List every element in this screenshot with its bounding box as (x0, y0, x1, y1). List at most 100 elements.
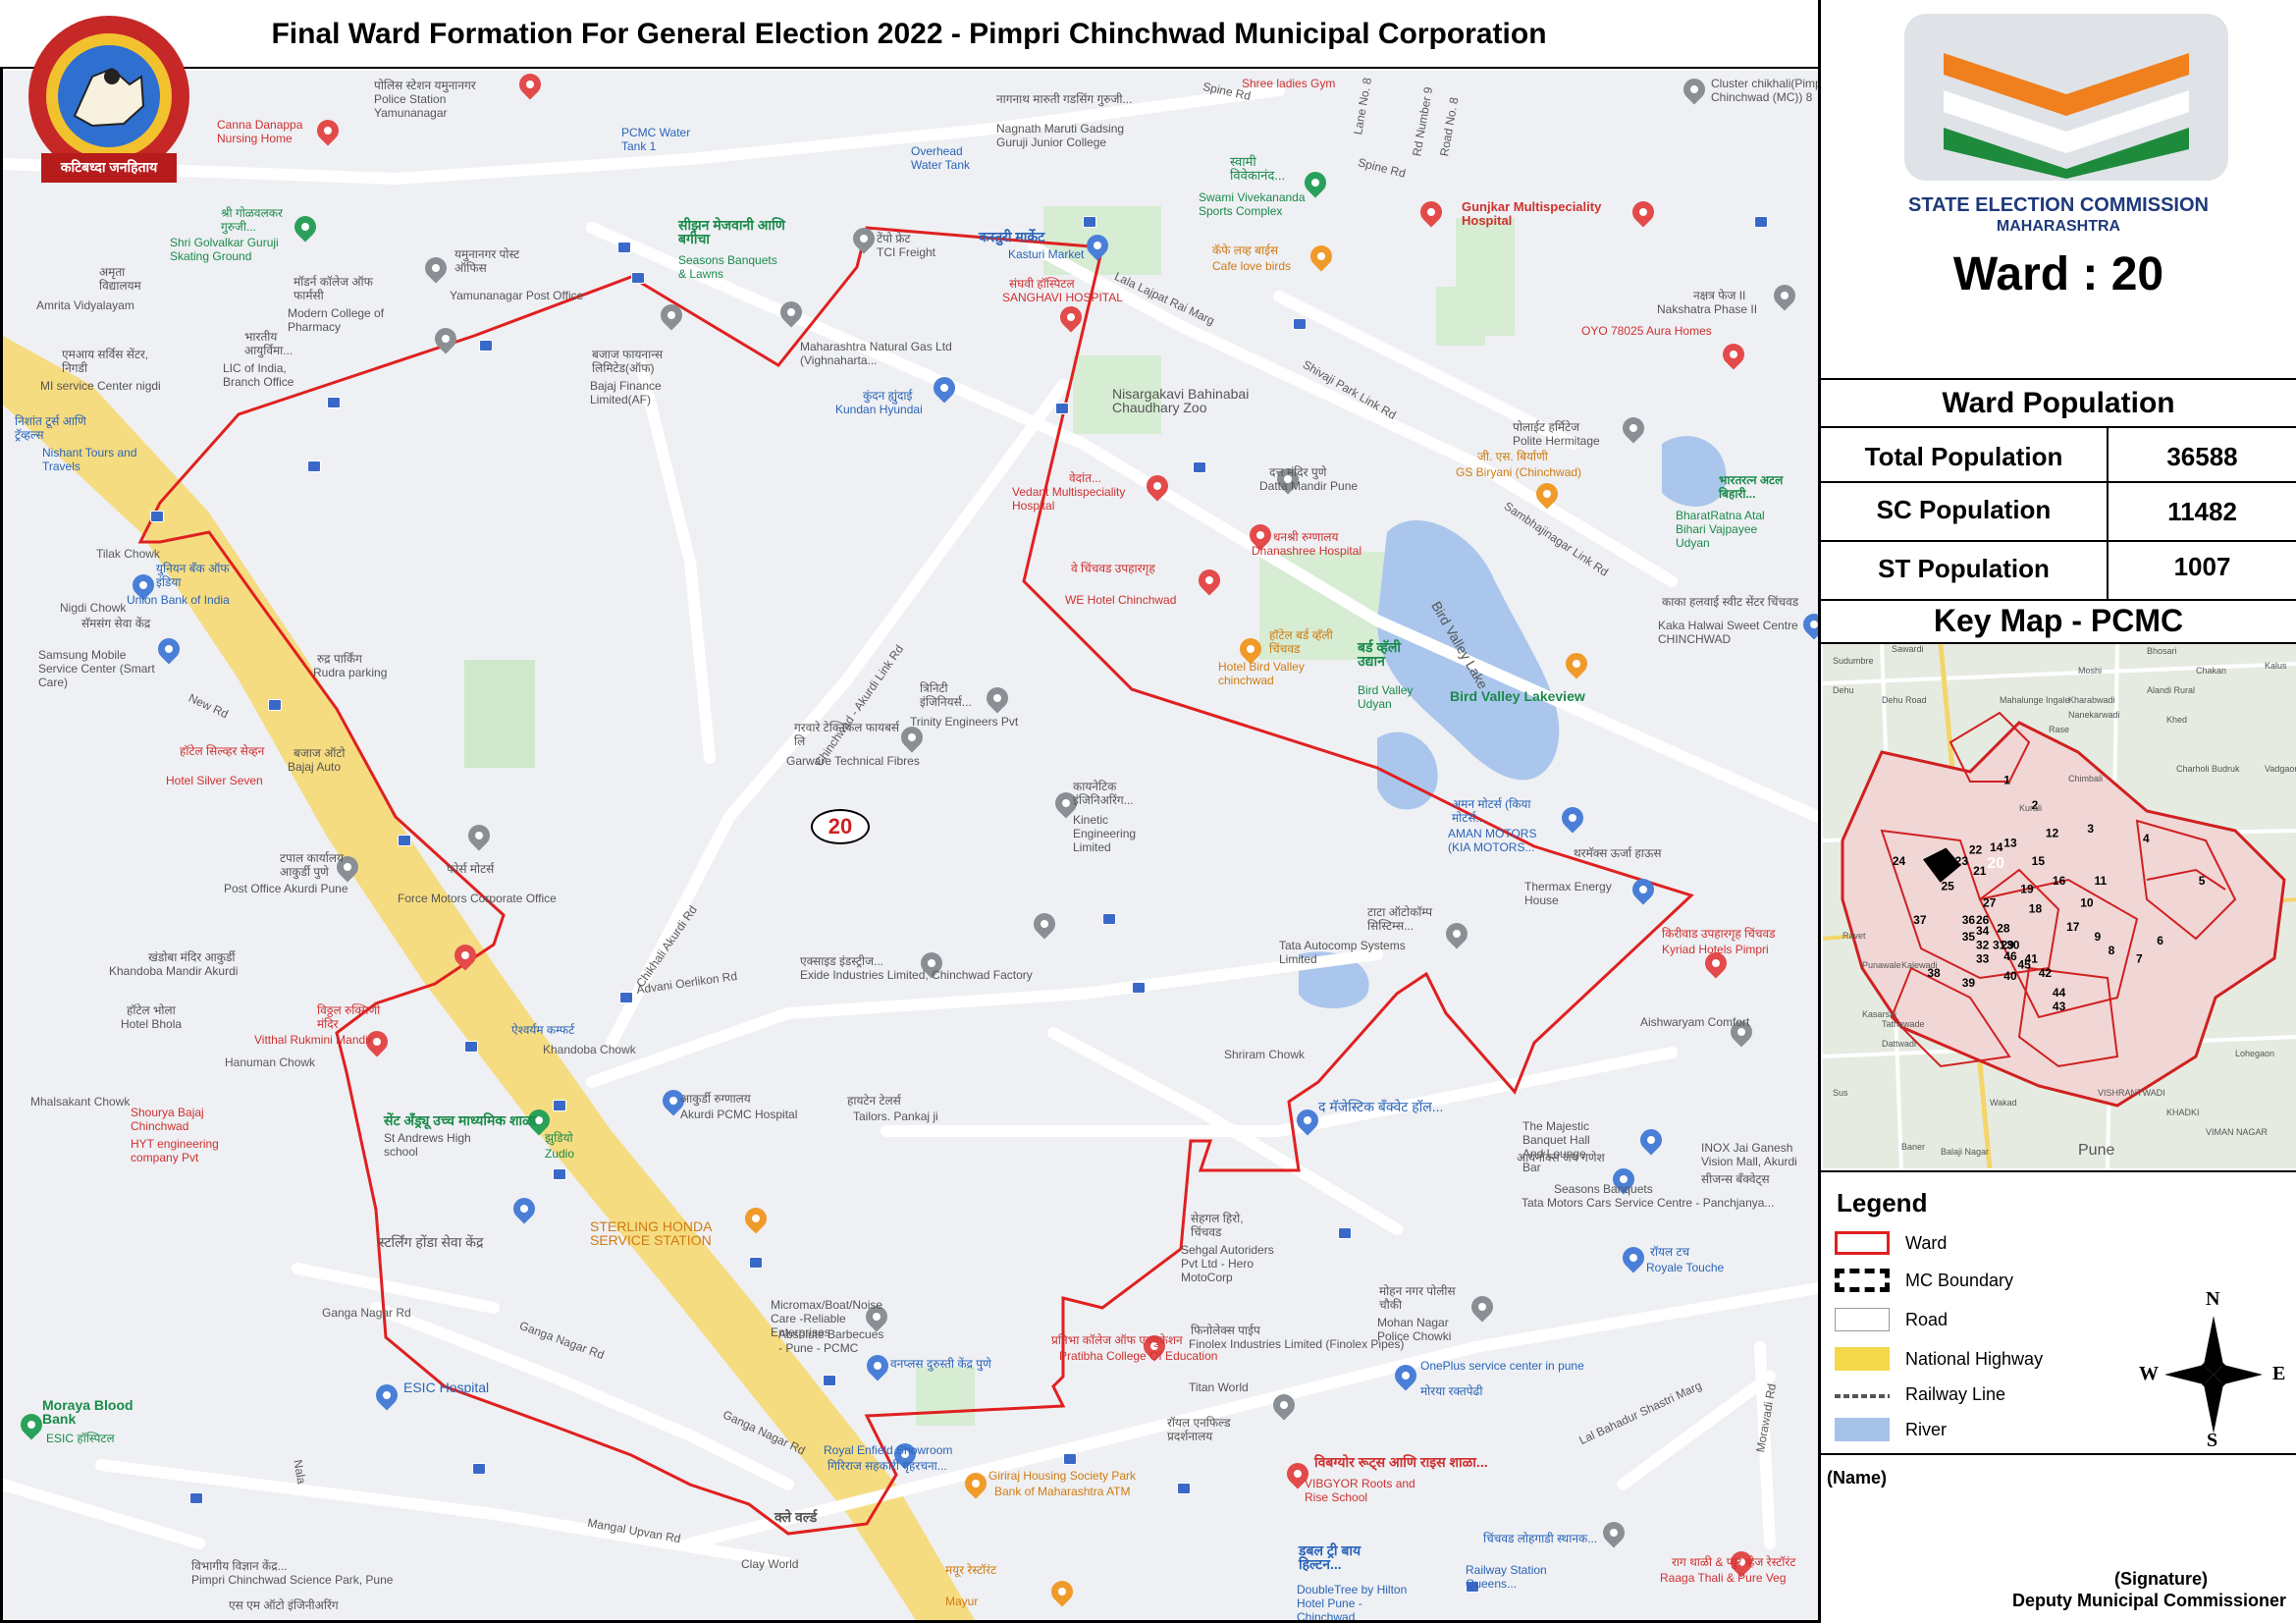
poi-label: Bajaj Auto (288, 760, 342, 774)
poi-label: हॉटेल भोला (127, 1003, 176, 1017)
keymap-ward-number: 3 (2087, 822, 2094, 836)
poi-label: द मॅजेस्टिक बँक्वेट हॉल... (1318, 1099, 1444, 1114)
poi-label: सॅमसंग सेवा केंद्र (81, 617, 151, 630)
poi-label: Yamunanagar Post Office (450, 289, 584, 302)
road-label: Khandoba Chowk (543, 1043, 636, 1056)
bus-stop-icon (553, 1168, 566, 1180)
bus-stop-icon (617, 242, 631, 253)
poi-label: क्ले वर्ल्ड (774, 1509, 818, 1525)
keymap-ward-number: 45 (2017, 957, 2031, 971)
keymap-place-label: Kasarsai (1862, 1009, 1896, 1019)
divider (1821, 599, 2296, 601)
poi-label: विभागीय विज्ञान केंद्र... (191, 1559, 288, 1573)
poi-label: TCI Freight (877, 245, 936, 259)
keymap-ward-number: 5 (2199, 874, 2206, 888)
poi-label: राग थाळी & प्युर व्हेज रेस्टॉरंट (1672, 1555, 1796, 1569)
poi-label: यमुनानगर पोस्ट ऑफिस (454, 247, 520, 275)
bus-stop-icon (1177, 1483, 1191, 1494)
road-label: Nigdi Chowk (60, 601, 127, 615)
keymap-ward-number: 33 (1976, 952, 1990, 966)
keymap-place-label: Tathawade (1882, 1019, 1925, 1029)
keymap-ward-number: 40 (2003, 969, 2017, 983)
bus-stop-icon (327, 397, 341, 408)
bus-stop-icon (553, 1100, 566, 1111)
keymap-ward-number: 17 (2066, 920, 2080, 934)
keymap-ward-number: 8 (2109, 944, 2115, 957)
keymap-ward-number: 24 (1893, 854, 1906, 868)
keymap-place-label: Kalewadi (1901, 960, 1938, 970)
poi-label: टाटा ऑटोकॉम्प सिस्टिम्स... (1367, 905, 1433, 933)
poi-label: Giriraj Housing Society Park (988, 1469, 1137, 1483)
ward-number-badge: 20 (811, 809, 870, 844)
divider (1821, 1170, 2296, 1172)
election-commission-logo (1904, 14, 2228, 181)
poi-label: STERLING HONDA SERVICE STATION (590, 1218, 712, 1248)
bus-stop-icon (1293, 318, 1307, 330)
poi-label: VIBGYOR Roots and Rise School (1305, 1477, 1415, 1504)
poi-label: विठ्ठल रुक्मिणी मंदिर (317, 1003, 381, 1031)
signature-field: (Signature) (2113, 1569, 2208, 1589)
key-map: 1 2 3 4 5 6 7 8 9 10 11 12 13 14 15 16 17 18 19 20 21 22 23 24 2… (1823, 644, 2296, 1168)
poi-label: Railway Station Queens... (1466, 1563, 1547, 1591)
legend-item-railway-line: Railway Line (1835, 1379, 2129, 1412)
poi-label: ESIC Hospital (403, 1380, 490, 1395)
poi-label: रॉयल एनफिल्ड प्रदर्शनालय (1167, 1416, 1231, 1443)
keymap-place-label: Wakad (1990, 1098, 2017, 1108)
pcmc-logo: कटिबध्दा जनहिताय (14, 8, 204, 198)
poi-label: आयनॉक्स जय गणेश (1517, 1151, 1605, 1164)
poi-label: टेंपो फ्रेट (877, 232, 911, 245)
keymap-place-label: Balaji Nagar (1941, 1147, 1989, 1157)
keymap-place-label: KHADKI (2166, 1108, 2200, 1117)
poi-label: Gunjkar Multispeciality Hospital (1462, 199, 1602, 228)
poi-label: PCMC Water Tank 1 (621, 126, 691, 153)
poi-label: त्रिनिटी इंजिनियर्स... (920, 681, 972, 709)
poi-label: Cafe love birds (1212, 259, 1292, 273)
poi-label: गिरिराज सहकारी गृहरचना... (828, 1459, 947, 1473)
mc-boundary-swatch (1835, 1269, 1890, 1292)
poi-label: Kyriad Hotels Pimpri (1662, 943, 1769, 956)
poi-label: मोरया रक्तपेढी (1420, 1384, 1483, 1398)
poi-label: Absolute Barbecues - Pune - PCMC (778, 1327, 884, 1355)
bus-stop-icon (398, 835, 411, 846)
keymap-place-label: Charholi Budruk (2176, 764, 2240, 774)
poi-label: Canna Danappa Nursing Home (217, 118, 303, 145)
keymap-ward-number: 36 (1962, 913, 1976, 927)
poi-label: Royal Enfield Showroom (824, 1443, 953, 1457)
bus-stop-icon (1055, 403, 1069, 414)
poi-label: रॉयल टच (1650, 1245, 1690, 1259)
poi-label: संघवी हॉस्पिटल (1009, 277, 1075, 291)
poi-label: सीझन मेजवानी आणि बगीचा (678, 217, 785, 246)
keymap-place-label: Moshi (2078, 666, 2102, 676)
keymap-ward-number: 14 (1990, 840, 2003, 854)
keymap-place-label: VIMAN NAGAR (2206, 1127, 2269, 1137)
poi-label: किरीवाड उपहारगृह चिंचवड (1662, 927, 1776, 941)
poi-label: HYT engineering company Pvt (131, 1137, 219, 1164)
population-title: Ward Population (1942, 387, 2175, 419)
bus-stop-icon (1754, 216, 1768, 228)
poi-label: Dhanashree Hospital (1252, 544, 1362, 558)
highway-swatch (1835, 1347, 1890, 1371)
legend-label: National Highway (1905, 1349, 2044, 1369)
poi-label: Bird Valley Udyan (1358, 683, 1414, 711)
poi-label: एस एम ऑटो इंजिनीअरिंग (229, 1598, 339, 1612)
poi-label: सेहगल हिरो, चिंचवड (1191, 1212, 1244, 1239)
keymap-ward-number: 42 (2039, 966, 2053, 980)
poi-label: OnePlus service center in pune (1420, 1359, 1584, 1373)
keymap-ward-number: 44 (2053, 986, 2066, 1000)
keymap-ward-number: 6 (2157, 934, 2163, 947)
keymap-ward-number: 22 (1969, 843, 1983, 857)
poi-label: Thermax Energy House (1524, 880, 1612, 907)
poi-label: डबल ट्री बाय हिल्टन... (1299, 1542, 1362, 1572)
poi-label: Samsung Mobile Service Center (Smart Car… (38, 648, 155, 689)
poi-label: स्टर्लिंग होंडा सेवा केंद्र (379, 1234, 484, 1250)
poi-label: ESIC हॉस्पिटल (46, 1432, 115, 1445)
bus-stop-icon (1063, 1453, 1077, 1465)
legend-label: River (1905, 1420, 1948, 1439)
population-label: ST Population (1878, 554, 2050, 583)
poi-label: एक्साइड इंडस्ट्रीज... (800, 954, 884, 968)
legend-item-mc-boundary: MC Boundary (1835, 1265, 2129, 1298)
poi-label: Rudra parking (313, 666, 388, 679)
poi-label: Royale Touche (1646, 1261, 1725, 1274)
keymap-ward-number: 46 (2003, 949, 2017, 963)
poi-label: Datta Mandir Pune (1259, 479, 1359, 493)
